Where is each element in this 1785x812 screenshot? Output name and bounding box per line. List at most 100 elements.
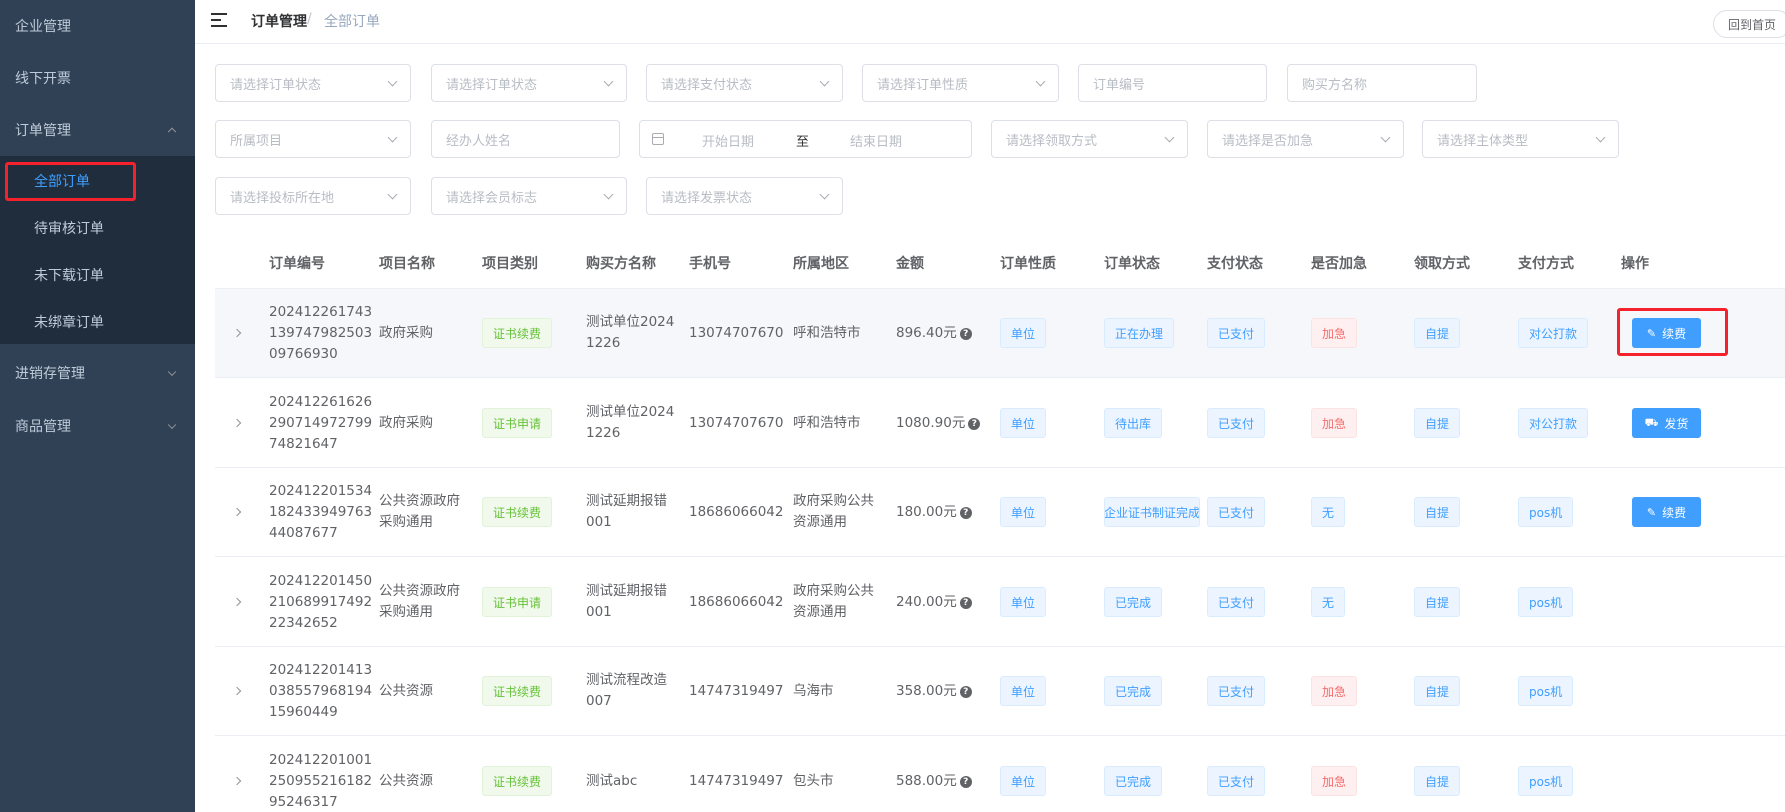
sidebar-item-enterprise[interactable]: 企业管理 [0,0,195,52]
order-no-cell-line: 210689917492 [269,593,373,610]
buyer-cell-line: 测试单位2024 [586,314,675,330]
region-cell-line: 资源通用 [793,514,847,530]
buyer-cell-line: 测试延期报错 [586,493,667,509]
hamburger-menu-icon[interactable] [211,13,227,27]
breadcrumb-orders[interactable]: 订单管理 [251,11,307,31]
invoice-status-select[interactable]: 请选择发票状态 [646,177,843,215]
region-cell-line: 政府采购公共 [793,583,874,599]
pickup-tag: 自提 [1414,318,1461,348]
pay-method-tag: pos机 [1518,676,1574,706]
start-date-input[interactable]: 开始日期 [702,131,754,150]
column-header: 购买方名称 [586,256,656,272]
question-icon[interactable]: ? [959,685,972,698]
breadcrumb-all-orders: 全部订单 [324,14,380,30]
order-no-cell-line: 038557968194 [269,682,373,699]
buyer-cell: 测试流程改造 007 [586,670,667,712]
sidebar-item-products[interactable]: 商品管理 [0,400,195,452]
status-tag: 企业证书制证完成 [1104,497,1200,527]
urgent-tag: 无 [1311,587,1346,617]
pay-status-select[interactable]: 请选择支付状态 [646,64,843,102]
nature-tag: 单位 [1000,408,1047,438]
pay-status-tag: 已支付 [1207,408,1266,438]
buyer-cell: 测试单位2024 1226 [586,312,674,354]
pickup-method-select[interactable]: 请选择领取方式 [991,120,1188,158]
amount-value: 240.00元 [896,593,957,610]
amount-value: 588.00元 [896,772,957,789]
table-row[interactable]: 202412201450 210689917492 22342652 公共资源政府 采购… [215,558,1785,647]
action-label: 发货 [1664,416,1689,431]
question-icon[interactable]: ? [959,506,972,519]
project-cell-line: 政府采购 [379,414,433,431]
date-range-separator: 至 [796,135,810,150]
sidebar-item-label: 进销存管理 [15,366,85,382]
member-flag-select[interactable]: 请选择会员标志 [431,177,627,215]
category-tag: 证书续费 [482,497,553,527]
question-icon[interactable]: ? [959,327,972,340]
chevron-down-icon [1164,132,1175,143]
order-no-cell-line: 139747982503 [269,324,373,341]
sidebar-item-inventory[interactable]: 进销存管理 [0,347,195,399]
end-date-input[interactable]: 结束日期 [850,131,902,150]
sidebar-item-offline-invoice[interactable]: 线下开票 [0,52,195,104]
sidebar-item-not-downloaded[interactable]: 未下载订单 [0,251,195,298]
expand-row-chevron-icon[interactable] [232,597,242,607]
table-row[interactable]: 202412201001 250955216182 95246317 公共资源 证书续费… [215,737,1785,812]
region-cell: 政府采购公共 资源通用 [793,491,874,533]
pay-method-tag: pos机 [1518,497,1574,527]
column-header: 领取方式 [1414,256,1470,272]
question-icon[interactable]: ? [968,417,981,430]
status-tag: 已完成 [1104,766,1163,796]
question-icon[interactable]: ? [959,596,972,609]
expand-row-chevron-icon[interactable] [232,328,242,338]
pay-status-tag: 已支付 [1207,497,1266,527]
question-icon[interactable]: ? [959,775,972,788]
expand-row-chevron-icon[interactable] [232,686,242,696]
sidebar-item-pending-review[interactable]: 待审核订单 [0,204,195,251]
sidebar-item-unbound-seal[interactable]: 未绑章订单 [0,298,195,345]
order-status-select-2[interactable]: 请选择订单状态 [431,64,627,102]
order-no-cell-line: 74821647 [269,435,338,452]
project-cell-line: 采购通用 [379,514,433,530]
sidebar-item-orders[interactable]: 订单管理 [0,104,195,156]
status-tag: 待出库 [1104,408,1163,438]
region-cell-line: 资源通用 [793,604,847,620]
table-row[interactable]: 202412261743 139747982503 09766930 政府采购 证书续费… [215,289,1785,378]
expand-row-chevron-icon[interactable] [232,507,242,517]
table-row[interactable]: 202412261626 290714972799 74821647 政府采购 证书申请… [215,379,1785,468]
order-status-select[interactable]: 请选择订单状态 [215,64,411,102]
renew-button[interactable]: ✎ 续费 [1632,497,1701,527]
region-cell: 包头市 [793,771,834,792]
pickup-tag: 自提 [1414,766,1461,796]
column-header: 手机号 [689,256,731,272]
sidebar-item-label: 未绑章订单 [34,314,104,331]
ship-button[interactable]: ⛟ 发货 [1632,408,1701,438]
truck-icon: ⛟ [1644,415,1659,429]
project-select[interactable]: 所属项目 [215,120,411,158]
table-row[interactable]: 202412201413 038557968194 15960449 公共资源 证书续费… [215,647,1785,736]
amount-cell: 1080.90元? [896,413,981,434]
project-cell-line: 公共资源政府 [379,493,460,509]
buyer-cell: 测试abc [586,771,637,792]
amount-value: 180.00元 [896,503,957,520]
buyer-name-input[interactable]: 购买方名称 [1287,64,1477,102]
project-cell: 公共资源政府 采购通用 [379,581,460,623]
table-row[interactable]: 202412201534 182433949763 44087677 公共资源政府 采购… [215,468,1785,557]
order-no-cell: 202412201413 038557968194 15960449 [269,660,372,723]
project-cell-line: 公共资源 [379,772,433,789]
edit-icon: ✎ [1646,505,1657,519]
order-no-cell-line: 202412261626 [269,393,373,410]
back-home-button[interactable]: 回到首页 [1712,10,1785,38]
order-no-input[interactable]: 订单编号 [1078,64,1267,102]
entity-type-select[interactable]: 请选择主体类型 [1422,120,1619,158]
expand-row-chevron-icon[interactable] [232,418,242,428]
urgent-select[interactable]: 请选择是否加急 [1207,120,1404,158]
agent-name-input[interactable]: 经办人姓名 [431,120,620,158]
bid-location-select[interactable]: 请选择投标所在地 [215,177,411,215]
date-range-picker[interactable]: 开始日期 至 结束日期 [639,120,972,158]
pickup-tag: 自提 [1414,497,1461,527]
expand-row-chevron-icon[interactable] [232,776,242,786]
order-nature-select[interactable]: 请选择订单性质 [862,64,1059,102]
select-placeholder: 请选择订单性质 [877,77,969,93]
order-no-cell-line: 182433949763 [269,503,373,520]
status-tag: 正在办理 [1104,318,1175,348]
